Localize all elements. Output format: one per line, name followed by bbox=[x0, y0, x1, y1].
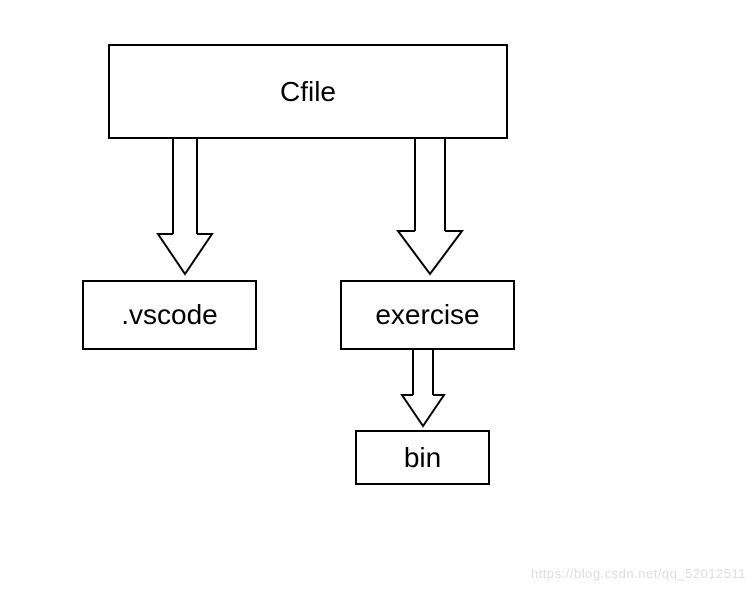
arrow-root-to-exercise bbox=[395, 139, 465, 280]
node-root: Cfile bbox=[108, 44, 508, 139]
arrow-exercise-to-bin bbox=[400, 350, 446, 430]
node-bin: bin bbox=[355, 430, 490, 485]
node-bin-label: bin bbox=[404, 442, 441, 474]
diagram-container: Cfile .vscode exercise bin https://blog.… bbox=[0, 0, 756, 589]
node-vscode-label: .vscode bbox=[121, 299, 218, 331]
node-exercise-label: exercise bbox=[375, 299, 479, 331]
watermark-text: https://blog.csdn.net/qq_52012511 bbox=[531, 566, 746, 581]
node-vscode: .vscode bbox=[82, 280, 257, 350]
node-exercise: exercise bbox=[340, 280, 515, 350]
arrow-root-to-vscode bbox=[155, 139, 215, 280]
node-root-label: Cfile bbox=[280, 76, 336, 108]
